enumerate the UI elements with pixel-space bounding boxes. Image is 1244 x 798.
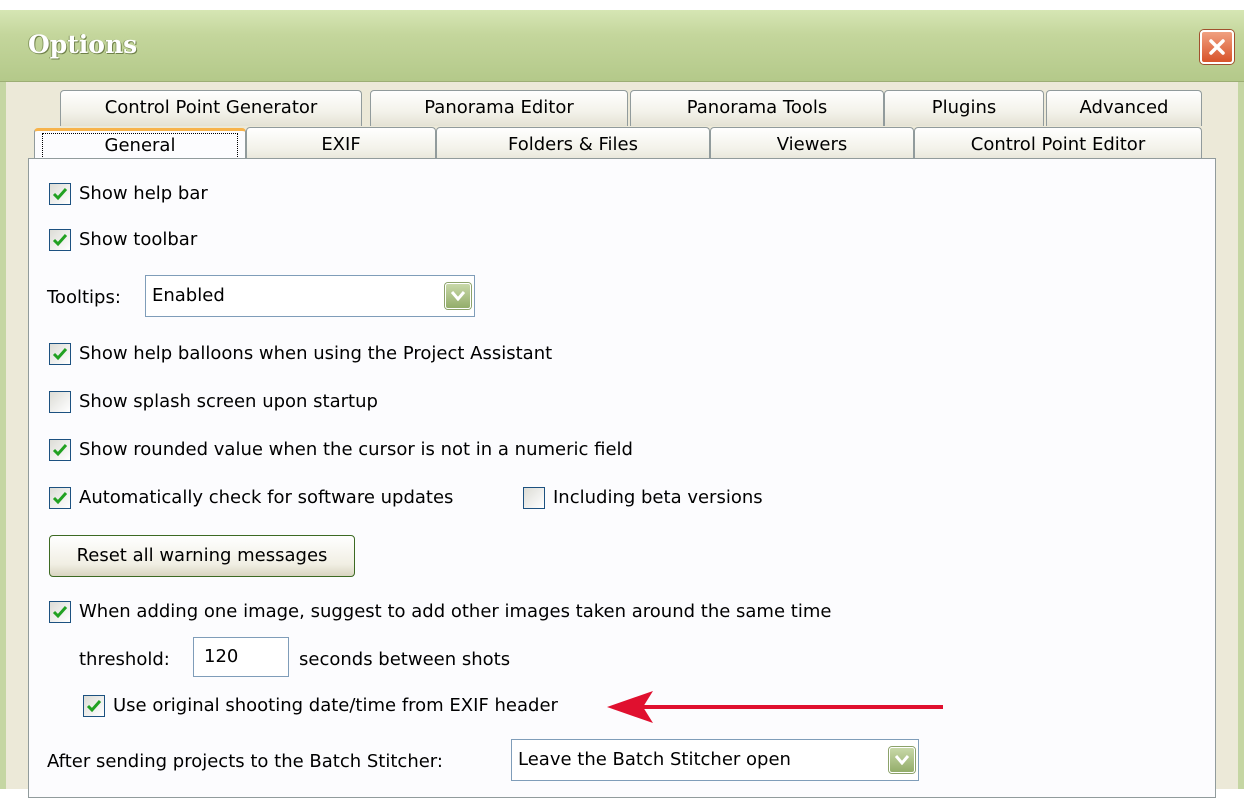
tooltips-label: Tooltips: xyxy=(47,287,121,308)
chevron-down-icon xyxy=(451,291,465,301)
check-icon xyxy=(52,606,68,619)
reset-warnings-button[interactable]: Reset all warning messages xyxy=(49,535,355,577)
batch-stitcher-label: After sending projects to the Batch Stit… xyxy=(47,751,443,772)
batch-stitcher-select[interactable]: Leave the Batch Stitcher open xyxy=(511,739,919,781)
use-exif-time-label[interactable]: Use original shooting date/time from EXI… xyxy=(113,695,558,716)
show-help-balloons-checkbox[interactable] xyxy=(49,343,71,365)
annotation-arrow-icon xyxy=(607,691,943,723)
show-toolbar-label[interactable]: Show toolbar xyxy=(79,229,197,250)
tab-panorama-tools[interactable]: Panorama Tools xyxy=(630,90,884,126)
batch-stitcher-dropdown-button[interactable] xyxy=(889,747,915,773)
auto-update-checkbox[interactable] xyxy=(49,487,71,509)
tooltips-dropdown-button[interactable] xyxy=(445,283,471,309)
use-exif-time-checkbox[interactable] xyxy=(83,695,105,717)
check-icon xyxy=(86,700,102,713)
check-icon xyxy=(52,492,68,505)
check-icon xyxy=(52,188,68,201)
show-toolbar-checkbox[interactable] xyxy=(49,229,71,251)
window-title: Options xyxy=(28,30,138,59)
suggest-images-checkbox[interactable] xyxy=(49,601,71,623)
show-help-bar-label[interactable]: Show help bar xyxy=(79,183,208,204)
beta-versions-checkbox[interactable] xyxy=(523,487,545,509)
close-button[interactable] xyxy=(1200,30,1234,64)
threshold-suffix: seconds between shots xyxy=(299,649,511,670)
tab-advanced[interactable]: Advanced xyxy=(1046,90,1202,126)
show-rounded-value-label[interactable]: Show rounded value when the cursor is no… xyxy=(79,439,633,460)
title-bar[interactable]: Options xyxy=(0,10,1244,82)
auto-update-label[interactable]: Automatically check for software updates xyxy=(79,487,453,508)
show-splash-label[interactable]: Show splash screen upon startup xyxy=(79,391,378,412)
batch-stitcher-value: Leave the Batch Stitcher open xyxy=(518,749,791,770)
tab-plugins[interactable]: Plugins xyxy=(884,90,1044,126)
check-icon xyxy=(52,444,68,457)
tab-control-point-generator[interactable]: Control Point Generator xyxy=(60,90,362,126)
tooltips-value: Enabled xyxy=(152,285,225,306)
beta-versions-label[interactable]: Including beta versions xyxy=(553,487,763,508)
close-icon xyxy=(1209,39,1225,55)
tab-general-label: General xyxy=(41,133,239,159)
threshold-label: threshold: xyxy=(79,649,170,670)
suggest-images-label[interactable]: When adding one image, suggest to add ot… xyxy=(79,601,831,622)
chevron-down-icon xyxy=(895,755,909,765)
threshold-input[interactable]: 120 xyxy=(193,637,289,677)
show-help-balloons-label[interactable]: Show help balloons when using the Projec… xyxy=(79,343,552,364)
show-rounded-value-checkbox[interactable] xyxy=(49,439,71,461)
tab-panorama-editor[interactable]: Panorama Editor xyxy=(370,90,628,126)
show-splash-checkbox[interactable] xyxy=(49,391,71,413)
tooltips-select[interactable]: Enabled xyxy=(145,275,475,317)
check-icon xyxy=(52,234,68,247)
check-icon xyxy=(52,348,68,361)
show-help-bar-checkbox[interactable] xyxy=(49,183,71,205)
general-tab-panel: Show help bar Show toolbar Tooltips: Ena… xyxy=(28,158,1216,798)
